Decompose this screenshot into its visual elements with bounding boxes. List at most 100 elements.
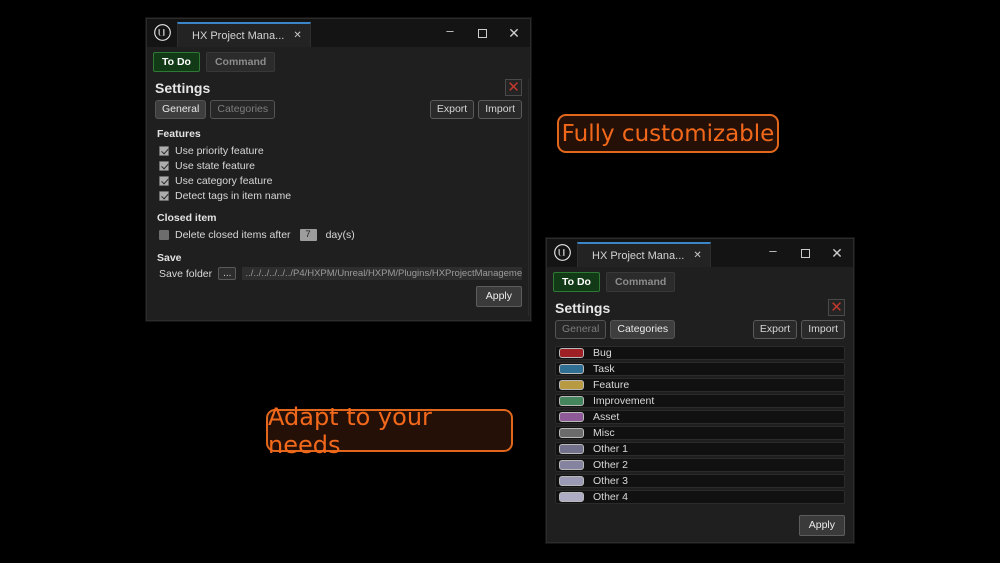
category-name: Other 1 — [593, 443, 629, 456]
tab-title: HX Project Mana... — [192, 29, 285, 42]
color-swatch-icon[interactable] — [559, 412, 584, 423]
color-swatch-icon[interactable] — [559, 476, 584, 487]
category-name: Misc — [593, 427, 615, 440]
unreal-engine-logo-icon — [547, 239, 577, 267]
category-row[interactable]: Other 3 — [555, 474, 845, 489]
save-folder-path-field[interactable]: ../../../../../../P4/HXPM/Unreal/HXPM/Pl… — [242, 267, 522, 281]
settings-panel: Settings ✕ General Categories Export Imp… — [547, 296, 853, 536]
category-name: Asset — [593, 411, 620, 424]
mode-tab-command[interactable]: Command — [605, 272, 676, 293]
subtab-categories[interactable]: Categories — [610, 320, 676, 340]
mode-tab-bar: To Do Command — [547, 267, 853, 297]
settings-close-icon[interactable]: ✕ — [505, 79, 522, 97]
checkbox-icon[interactable] — [159, 190, 169, 201]
mode-tab-command[interactable]: Command — [205, 52, 276, 73]
category-name: Task — [593, 363, 615, 376]
export-button[interactable]: Export — [429, 100, 475, 120]
callout-text: Fully customizable — [561, 120, 775, 147]
checkbox-row-delete-closed-items[interactable]: Delete closed items after 7 day(s) — [159, 227, 522, 242]
settings-close-icon[interactable]: ✕ — [828, 299, 845, 317]
checkbox-icon[interactable] — [159, 175, 169, 186]
apply-row: Apply — [555, 506, 845, 536]
apply-row: Apply — [155, 280, 522, 307]
days-number-field[interactable]: 7 — [299, 228, 317, 241]
window-close-icon[interactable]: ✕ — [498, 19, 530, 47]
category-row[interactable]: Feature — [555, 378, 845, 393]
save-folder-row: Save folder ... ../../../../../../P4/HXP… — [159, 267, 522, 281]
category-row[interactable]: Bug — [555, 346, 845, 361]
color-swatch-icon[interactable] — [559, 460, 584, 471]
save-folder-label: Save folder — [159, 267, 213, 280]
browse-folder-button[interactable]: ... — [218, 267, 237, 281]
export-button[interactable]: Export — [752, 320, 798, 340]
screenshot-stage: HX Project Mana... ✕ – ✕ To Do Command S… — [0, 0, 1000, 563]
settings-subtab-row: General Categories Export Import — [155, 100, 522, 125]
closed-item-heading: Closed item — [157, 212, 217, 225]
maximize-icon[interactable] — [789, 239, 821, 267]
category-row[interactable]: Misc — [555, 426, 845, 441]
tab-close-icon[interactable]: ✕ — [693, 250, 701, 261]
color-swatch-icon[interactable] — [559, 348, 584, 359]
import-button[interactable]: Import — [801, 320, 845, 340]
color-swatch-icon[interactable] — [559, 492, 584, 503]
window-controls: – ✕ — [757, 239, 853, 267]
settings-subtabs: General Categories — [555, 320, 676, 340]
subtab-categories[interactable]: Categories — [210, 100, 276, 120]
color-swatch-icon[interactable] — [559, 396, 584, 407]
checkbox-icon[interactable] — [159, 145, 169, 156]
settings-header: Settings ✕ — [555, 296, 845, 320]
titlebar[interactable]: HX Project Mana... ✕ – ✕ — [547, 239, 853, 267]
category-row[interactable]: Other 2 — [555, 458, 845, 473]
window-categories-settings: HX Project Mana... ✕ – ✕ To Do Command S… — [546, 238, 854, 543]
callout-fully-customizable: Fully customizable — [557, 114, 779, 153]
category-name: Other 3 — [593, 475, 629, 488]
checkbox-label: Detect tags in item name — [175, 189, 292, 202]
checkbox-icon[interactable] — [159, 160, 169, 171]
checkbox-label: Use priority feature — [175, 144, 264, 157]
category-row[interactable]: Asset — [555, 410, 845, 425]
color-swatch-icon[interactable] — [559, 444, 584, 455]
category-name: Other 4 — [593, 491, 629, 504]
category-name: Bug — [593, 347, 612, 360]
category-row[interactable]: Other 4 — [555, 490, 845, 505]
checkbox-label: Use state feature — [175, 159, 255, 172]
window-close-icon[interactable]: ✕ — [821, 239, 853, 267]
unreal-engine-logo-icon — [147, 19, 177, 47]
checkbox-row-detect-tags[interactable]: Detect tags in item name — [159, 188, 522, 203]
window-tab[interactable]: HX Project Mana... ✕ — [177, 22, 311, 47]
callout-adapt-to-your-needs: Adapt to your needs — [266, 403, 513, 459]
settings-actions: Export Import — [752, 320, 845, 340]
tab-close-icon[interactable]: ✕ — [293, 30, 301, 41]
subtab-general[interactable]: General — [155, 100, 207, 120]
mode-tab-todo[interactable]: To Do — [553, 272, 600, 293]
checkbox-icon[interactable] — [159, 229, 169, 240]
titlebar[interactable]: HX Project Mana... ✕ – ✕ — [147, 19, 530, 47]
category-list: Bug Task Feature Improvement Asset Misc … — [555, 345, 845, 505]
window-controls: – ✕ — [434, 19, 530, 47]
apply-button[interactable]: Apply — [475, 286, 522, 307]
checkbox-row-use-priority[interactable]: Use priority feature — [159, 143, 522, 158]
category-row[interactable]: Improvement — [555, 394, 845, 409]
mode-tab-todo[interactable]: To Do — [153, 52, 200, 73]
settings-panel: Settings ✕ General Categories Export Imp… — [147, 76, 530, 307]
color-swatch-icon[interactable] — [559, 364, 584, 375]
maximize-icon[interactable] — [466, 19, 498, 47]
category-row[interactable]: Other 1 — [555, 442, 845, 457]
settings-subtabs: General Categories — [155, 100, 276, 120]
checkbox-row-use-category[interactable]: Use category feature — [159, 173, 522, 188]
subtab-general[interactable]: General — [555, 320, 607, 340]
minimize-icon[interactable]: – — [757, 239, 789, 267]
checkbox-label: Use category feature — [175, 174, 273, 187]
minimize-icon[interactable]: – — [434, 19, 466, 47]
color-swatch-icon[interactable] — [559, 428, 584, 439]
category-name: Other 2 — [593, 459, 629, 472]
import-button[interactable]: Import — [478, 100, 522, 120]
apply-button[interactable]: Apply — [798, 515, 845, 536]
category-name: Feature — [593, 379, 630, 392]
color-swatch-icon[interactable] — [559, 380, 584, 391]
window-general-settings: HX Project Mana... ✕ – ✕ To Do Command S… — [146, 18, 531, 321]
category-row[interactable]: Task — [555, 362, 845, 377]
checkbox-row-use-state[interactable]: Use state feature — [159, 158, 522, 173]
settings-title: Settings — [555, 299, 611, 316]
window-tab[interactable]: HX Project Mana... ✕ — [577, 242, 711, 267]
